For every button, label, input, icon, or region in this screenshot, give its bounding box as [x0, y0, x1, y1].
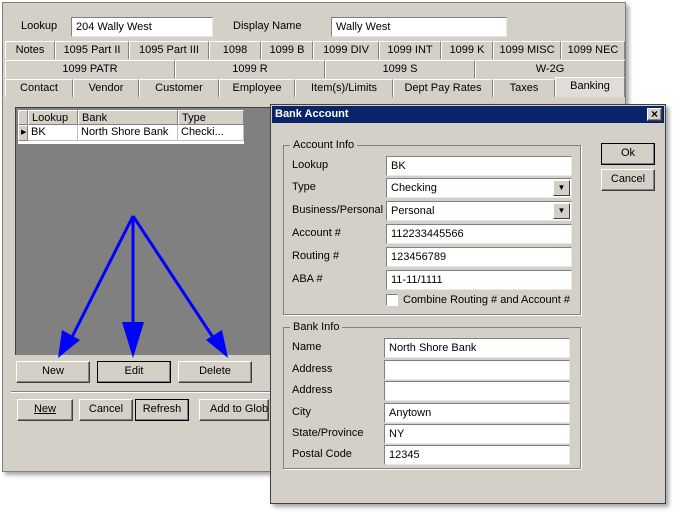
tab-vendor[interactable]: Vendor [73, 79, 139, 97]
lookup-field[interactable]: 204 Wally West [71, 17, 213, 37]
account-lookup-field[interactable]: BK [386, 156, 572, 176]
city-field[interactable]: Anytown [384, 403, 570, 423]
address1-field[interactable] [384, 360, 570, 380]
type-label: Type [292, 181, 316, 193]
bank-info-legend: Bank Info [290, 320, 343, 334]
tab-1099-patr[interactable]: 1099 PATR [5, 60, 175, 78]
type-select[interactable]: Checking ▼ [386, 178, 572, 198]
cancel-button[interactable]: Cancel [79, 399, 133, 421]
tab-row-2: 1099 PATR 1099 R 1099 S W-2G [5, 60, 625, 78]
state-field[interactable]: NY [384, 424, 570, 444]
grid-cell-type: Checki... [178, 125, 244, 141]
chevron-down-icon[interactable]: ▼ [553, 203, 570, 219]
ok-button[interactable]: Ok [601, 143, 655, 165]
tab-w-2g[interactable]: W-2G [475, 60, 625, 78]
grid-header-bank[interactable]: Bank [78, 110, 178, 125]
tab-1095-part-ii[interactable]: 1095 Part II [55, 41, 129, 59]
tab-1099-k[interactable]: 1099 K [441, 41, 493, 59]
account-lookup-label: Lookup [292, 159, 329, 171]
grid-header-lookup[interactable]: Lookup [28, 110, 78, 125]
routing-number-field[interactable]: 123456789 [386, 247, 572, 267]
tab-1098[interactable]: 1098 [209, 41, 261, 59]
account-info-group: Account Info Lookup BK Type Checking ▼ B… [283, 138, 581, 315]
aba-number-field[interactable]: 11-11/1111 [386, 270, 572, 290]
tab-1099-div[interactable]: 1099 DIV [313, 41, 379, 59]
bank-grid: Lookup Bank Type ▶ BK North Shore Bank C… [18, 110, 244, 144]
refresh-button[interactable]: Refresh [135, 399, 189, 421]
tab-customer[interactable]: Customer [139, 79, 219, 97]
display-name-label: Display Name [233, 20, 302, 32]
grid-cell-bank: North Shore Bank [78, 125, 178, 141]
tab-notes[interactable]: Notes [5, 41, 55, 59]
address2-label: Address [292, 384, 333, 396]
aba-number-label: ABA # [292, 273, 323, 285]
grid-cell-lookup: BK [28, 125, 78, 141]
tab-employee[interactable]: Employee [219, 79, 295, 97]
routing-number-label: Routing # [292, 250, 340, 262]
chevron-down-icon[interactable]: ▼ [553, 180, 570, 196]
grid-edit-button[interactable]: Edit [97, 361, 171, 383]
state-label: State/Province [292, 427, 364, 439]
banking-grid-area: Lookup Bank Type ▶ BK North Shore Bank C… [15, 107, 277, 355]
business-personal-select[interactable]: Personal ▼ [386, 201, 572, 221]
dialog-cancel-button[interactable]: Cancel [601, 169, 655, 191]
tab-1099-misc[interactable]: 1099 MISC [493, 41, 561, 59]
grid-delete-button[interactable]: Delete [178, 361, 252, 383]
tab-row-3: Contact Vendor Customer Employee Item(s)… [5, 77, 625, 97]
bank-info-group: Bank Info Name North Shore Bank Address … [283, 320, 581, 469]
dialog-title: Bank Account [275, 108, 349, 120]
tab-row-1: Notes 1095 Part II 1095 Part III 1098 10… [5, 41, 625, 59]
tab-taxes[interactable]: Taxes [493, 79, 555, 97]
table-row[interactable]: ▶ BK North Shore Bank Checki... [18, 125, 244, 141]
tab-1099-s[interactable]: 1099 S [325, 60, 475, 78]
postal-code-label: Postal Code [292, 448, 352, 460]
account-number-field[interactable]: 112233445566 [386, 224, 572, 244]
tab-items-limits[interactable]: Item(s)/Limits [295, 79, 393, 97]
new-button-label: New [33, 403, 56, 415]
tab-dept-pay-rates[interactable]: Dept Pay Rates [393, 79, 493, 97]
grid-new-button[interactable]: New [16, 361, 90, 383]
tab-contact[interactable]: Contact [5, 79, 73, 97]
address1-label: Address [292, 363, 333, 375]
tab-1099-int[interactable]: 1099 INT [379, 41, 441, 59]
tab-banking[interactable]: Banking [555, 77, 625, 97]
tab-1095-part-iii[interactable]: 1095 Part III [129, 41, 209, 59]
bank-account-dialog: Bank Account × Ok Cancel Account Info Lo… [270, 104, 666, 504]
dialog-title-bar: Bank Account × [272, 106, 664, 123]
tab-1099-b[interactable]: 1099 B [261, 41, 313, 59]
address2-field[interactable] [384, 381, 570, 401]
bank-name-field[interactable]: North Shore Bank [384, 338, 570, 358]
account-info-legend: Account Info [290, 138, 358, 152]
grid-header-select [18, 110, 28, 125]
close-icon[interactable]: × [647, 108, 662, 121]
display-name-field[interactable]: Wally West [331, 17, 507, 37]
combine-checkbox[interactable] [386, 294, 398, 306]
lookup-label: Lookup [21, 20, 58, 32]
tab-1099-r[interactable]: 1099 R [175, 60, 325, 78]
tab-1099-nec[interactable]: 1099 NEC [561, 41, 625, 59]
row-pointer-icon: ▶ [18, 125, 28, 141]
city-label: City [292, 406, 311, 418]
combine-label: Combine Routing # and Account # [403, 294, 570, 306]
bank-name-label: Name [292, 341, 322, 353]
grid-header-type[interactable]: Type [178, 110, 244, 125]
business-personal-label: Business/Personal [292, 204, 384, 216]
postal-code-field[interactable]: 12345 [384, 445, 570, 465]
business-personal-value: Personal [391, 205, 435, 217]
account-number-label: Account # [292, 227, 341, 239]
add-to-global-button[interactable]: Add to Globa [199, 399, 269, 421]
type-select-value: Checking [391, 182, 437, 194]
new-button[interactable]: New [17, 399, 73, 421]
